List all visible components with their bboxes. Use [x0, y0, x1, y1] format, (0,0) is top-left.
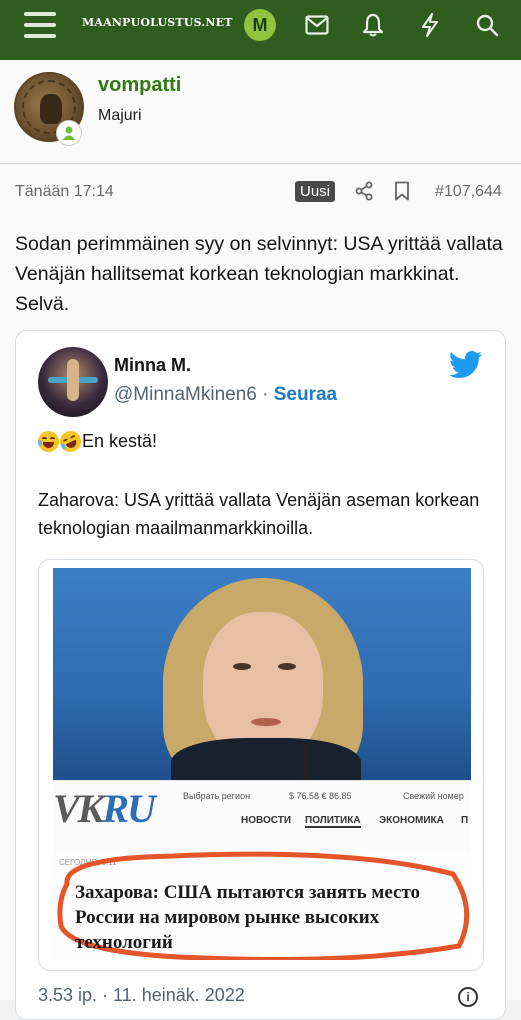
- post-author-header: vompatti Majuri: [0, 60, 521, 164]
- site-title[interactable]: MAANPUOLUSTUS.NET: [82, 16, 233, 29]
- post-timestamp[interactable]: Tänään 17:14: [15, 183, 114, 201]
- tweet-author-handle[interactable]: @MinnaMkinen6: [114, 384, 257, 405]
- menu-icon[interactable]: [24, 12, 56, 38]
- author-username[interactable]: vompatti: [98, 74, 181, 97]
- lightning-icon[interactable]: [416, 11, 444, 39]
- tweet-author-name[interactable]: Minna M.: [114, 355, 191, 376]
- menu-news: НОВОСТИ: [241, 815, 292, 826]
- twitter-bird-icon[interactable]: [448, 351, 483, 379]
- tweet-date[interactable]: 3.53 ip. · 11. heinäk. 2022: [38, 985, 245, 1006]
- rolling-laughing-emoji-icon: [56, 427, 85, 456]
- menu-politics: ПОЛИТИКА: [305, 815, 361, 828]
- tweet-text-2: Zaharova: USA yrittää vallata Venäjän as…: [38, 490, 480, 538]
- share-icon[interactable]: [354, 181, 376, 203]
- post-meta-row: Tänään 17:14 Uusi #107,644: [0, 165, 521, 217]
- mail-icon[interactable]: [303, 11, 331, 39]
- tweet-author-avatar[interactable]: [38, 347, 108, 417]
- tweet-text-1: En kestä!: [82, 431, 158, 451]
- search-icon[interactable]: [473, 11, 501, 39]
- user-avatar[interactable]: M: [244, 9, 276, 41]
- headline-area: СЕГОДНЯ, 8:11 Захарова: США пытаются зан…: [53, 850, 471, 960]
- post-number[interactable]: #107,644: [435, 183, 502, 201]
- embedded-tweet[interactable]: Minna M. @MinnaMkinen6 · Seuraa En kestä…: [15, 330, 506, 1020]
- news-site-header: VKRU Выбрать регион $ 76.58 € 86.85 Свеж…: [53, 780, 471, 850]
- author-rank: Majuri: [98, 107, 142, 124]
- post-text: Sodan perimmäinen syy on selvinnyt: USA …: [15, 233, 503, 315]
- currency-rates: $ 76.58 € 86.85: [289, 791, 352, 801]
- photo-woman: [53, 568, 471, 780]
- latest-issue-label: Свежий номер: [403, 791, 464, 801]
- tweet-author-handle-row: @MinnaMkinen6 · Seuraa: [114, 384, 337, 406]
- separator-dot: ·: [262, 384, 269, 405]
- news-site-logo: VKRU: [53, 786, 156, 831]
- tears-of-joy-emoji-icon: [38, 431, 59, 452]
- menu-more: П: [461, 815, 469, 826]
- menu-economy: ЭКОНОМИКА: [379, 815, 444, 826]
- region-label: Выбрать регион: [183, 791, 251, 801]
- follow-link[interactable]: Seuraa: [274, 384, 337, 405]
- tweet-image[interactable]: VKRU Выбрать регион $ 76.58 € 86.85 Свеж…: [38, 559, 484, 971]
- news-headline: Захарова: США пытаются занять место Росс…: [75, 882, 421, 953]
- new-badge: Uusi: [295, 181, 336, 202]
- post-body: Sodan perimmäinen syy on selvinnyt: USA …: [0, 217, 521, 1020]
- bookmark-icon[interactable]: [394, 181, 416, 203]
- top-navigation-bar: MAANPUOLUSTUS.NET M: [0, 0, 521, 60]
- info-icon[interactable]: i: [458, 987, 478, 1007]
- tweet-line-1: En kestä!: [38, 427, 158, 456]
- online-status-icon: [56, 120, 82, 146]
- bell-icon[interactable]: [359, 11, 387, 39]
